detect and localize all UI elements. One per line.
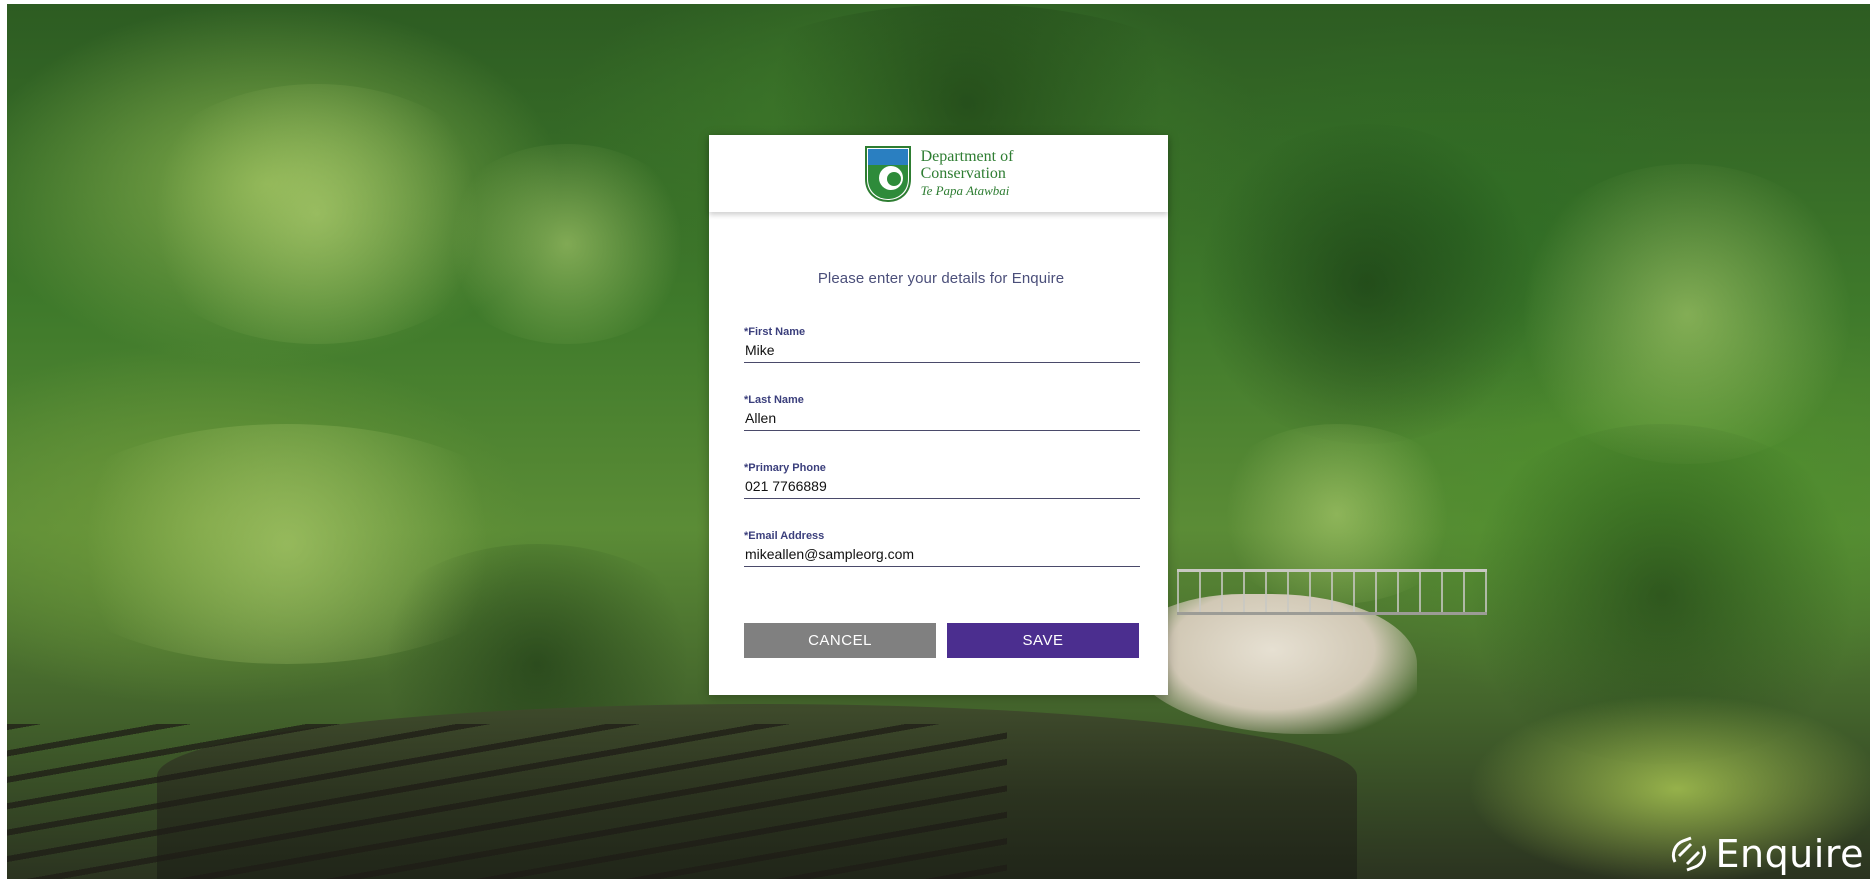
first-name-field-group: *First Name <box>744 326 1140 363</box>
logo-text-line2: Conservation <box>920 165 1006 182</box>
primary-phone-field-group: *Primary Phone <box>744 462 1140 499</box>
cancel-button[interactable]: CANCEL <box>744 623 936 658</box>
last-name-field-group: *Last Name <box>744 394 1140 431</box>
dialog-header: Department of Conservation Te Papa Atawb… <box>709 135 1168 212</box>
doc-logo-icon <box>864 145 911 202</box>
primary-phone-label: *Primary Phone <box>744 462 826 474</box>
first-name-label: *First Name <box>744 326 806 338</box>
logo-text-line3: Te Papa Atawbai <box>920 183 1010 198</box>
form-prompt: Please enter your details for Enquire <box>817 270 1065 287</box>
dialog-buttons: CANCEL SAVE <box>744 623 1139 658</box>
first-name-input[interactable] <box>744 340 1140 363</box>
primary-phone-input[interactable] <box>744 476 1140 499</box>
enquire-brand: Enquire <box>1667 832 1864 876</box>
enquire-logo-icon <box>1672 836 1707 872</box>
page: Department of Conservation Te Papa Atawb… <box>0 0 1870 879</box>
doc-logo: Department of Conservation Te Papa Atawb… <box>864 145 1014 203</box>
email-address-label: *Email Address <box>744 530 825 542</box>
email-address-field-group: *Email Address <box>744 530 1140 567</box>
last-name-label: *Last Name <box>744 394 804 406</box>
email-address-input[interactable] <box>744 544 1140 567</box>
dialog-body: Please enter your details for Enquire *F… <box>709 270 1168 658</box>
details-dialog: Department of Conservation Te Papa Atawb… <box>709 135 1168 695</box>
save-button[interactable]: SAVE <box>947 623 1139 658</box>
logo-text-line1: Department of <box>920 148 1014 165</box>
last-name-input[interactable] <box>744 408 1140 431</box>
enquire-brand-text: Enquire <box>1715 832 1864 876</box>
